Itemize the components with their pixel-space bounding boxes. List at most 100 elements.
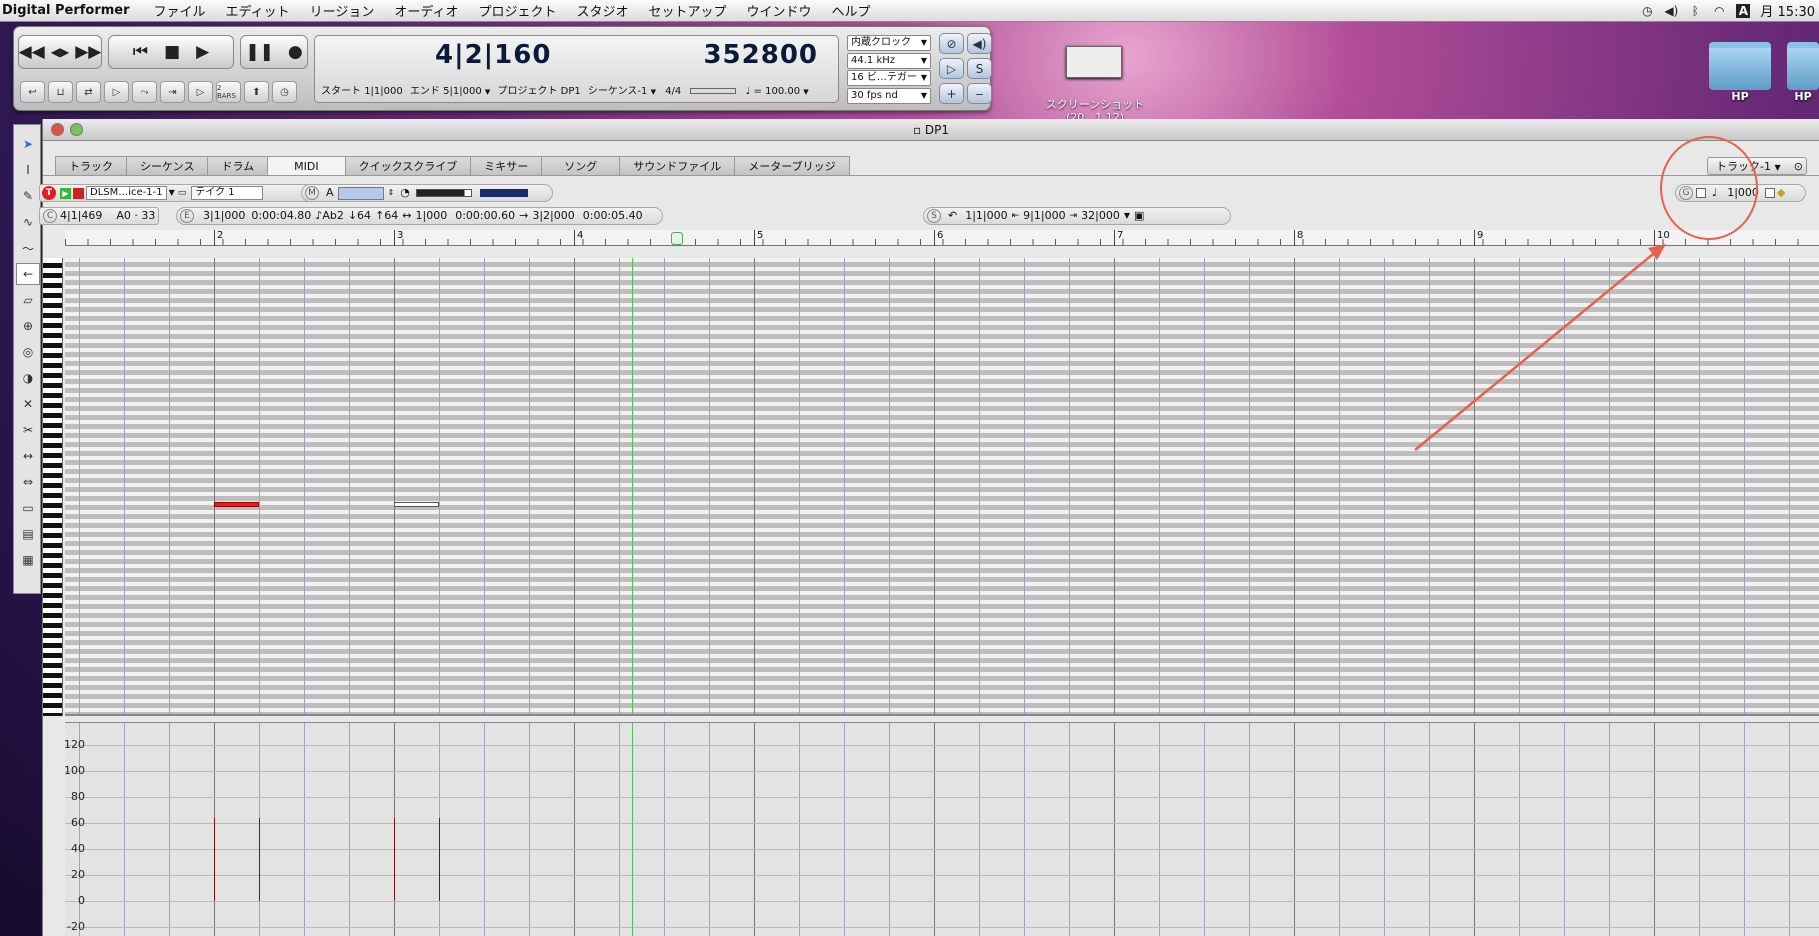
menu-project[interactable]: プロジェクト (468, 1, 566, 20)
frame-rate-select[interactable]: 30 fps nd (847, 88, 931, 104)
small-btn-2[interactable]: ⊔ (48, 81, 73, 103)
set-start-icon[interactable]: ⇤ (1012, 208, 1020, 224)
time-machine-icon[interactable]: ◷ (1640, 4, 1654, 18)
chevron-down-icon[interactable]: ▼ (1124, 208, 1130, 224)
trim-tool-icon[interactable]: ⇔ (16, 471, 40, 493)
playhead-marker[interactable] (671, 232, 683, 245)
selection-length[interactable]: 32|000 (1081, 208, 1120, 224)
menu-file[interactable]: ファイル (144, 1, 216, 20)
reshape-tool-icon[interactable]: ← (16, 263, 40, 285)
bar-tool-icon[interactable]: ▭ (16, 497, 40, 519)
tempo-slider[interactable] (690, 88, 737, 94)
rewind-icon[interactable]: ◀◀ (19, 42, 45, 62)
tab-sequence[interactable]: シーケンス (126, 156, 209, 176)
window-title-bar[interactable]: ▫ DP1 (43, 119, 1819, 141)
velocity-bar[interactable] (259, 817, 260, 901)
event-vel-off[interactable]: ↑64 (375, 208, 398, 224)
eraser-tool-icon[interactable]: ▱ (16, 289, 40, 311)
clock-source-select[interactable]: 内蔵クロック (847, 35, 931, 51)
track-name-select[interactable]: DLSM…ice-1-1 (86, 186, 167, 200)
zoom-icon[interactable] (70, 123, 83, 136)
input-menu-icon[interactable]: A (1736, 3, 1751, 18)
small-btn-10[interactable]: ◷ (272, 81, 297, 103)
curve-tool-icon[interactable]: ∿ (16, 211, 40, 233)
record-icon[interactable]: ● (288, 42, 303, 62)
event-duration[interactable]: 1|000 (416, 208, 448, 224)
plus-button[interactable]: + (939, 83, 964, 104)
counter-samples[interactable]: 352800 (703, 40, 818, 70)
meter-value[interactable]: 4/4 (665, 86, 681, 97)
menubar-clock[interactable]: 月 15:30 (1760, 1, 1815, 20)
bluetooth-icon[interactable]: ᛒ (1688, 4, 1702, 18)
grid-tool-icon[interactable]: ▦ (16, 549, 40, 571)
desktop-folder-hp-2[interactable]: HP (1787, 42, 1819, 103)
menu-help[interactable]: ヘルプ (822, 1, 881, 20)
counter-bars[interactable]: 4|2|160 (435, 40, 551, 70)
ibeam-tool-icon[interactable]: I (16, 159, 40, 181)
tab-song[interactable]: ソング (541, 156, 621, 176)
project-value[interactable]: DP1 (561, 86, 581, 97)
velocity-bar[interactable] (394, 817, 395, 901)
chevron-down-icon[interactable]: ▼ (651, 88, 656, 96)
menu-studio[interactable]: スタジオ (566, 1, 638, 20)
event-start[interactable]: 3|1|000 (203, 208, 245, 224)
x-tool-icon[interactable]: ✕ (16, 393, 40, 415)
options-icon[interactable]: ⊙ (1794, 158, 1803, 175)
start-value[interactable]: 1|1|000 (364, 86, 403, 97)
tab-drum[interactable]: ドラム (207, 156, 269, 176)
speaker-button[interactable]: ◀) (967, 33, 992, 54)
play-cursor-button[interactable]: ▷ (939, 58, 964, 79)
selection-start[interactable]: 1|1|000 (965, 208, 1007, 224)
tab-midi[interactable]: MIDI (267, 156, 346, 176)
arrow-tool-icon[interactable]: ➤ (16, 133, 40, 155)
tab-soundfiles[interactable]: サウンドファイル (619, 156, 736, 176)
menu-window[interactable]: ウインドウ (737, 1, 822, 20)
mute-m-button[interactable]: M (305, 186, 319, 200)
event-duration-time[interactable]: 0:00:00.60 (455, 208, 515, 224)
small-btn-6[interactable]: ⇥ (160, 81, 185, 103)
end-value[interactable]: 5|1|000 (443, 86, 482, 97)
menu-setup[interactable]: セットアップ (639, 1, 737, 20)
play-icon[interactable]: ▶ (196, 42, 209, 62)
tab-tracks[interactable]: トラック (55, 156, 127, 176)
small-btn-7[interactable]: ▷ (188, 81, 213, 103)
play-enable-icon[interactable]: ▶ (60, 187, 71, 199)
chevron-down-icon[interactable]: ▼ (803, 88, 808, 96)
record-enable-icon[interactable] (73, 187, 84, 199)
tempo-value[interactable]: ♩ = 100.00 (746, 86, 800, 97)
menu-audio[interactable]: オーディオ (384, 1, 468, 20)
automation-select[interactable] (337, 186, 384, 200)
snap-checkbox[interactable] (1764, 188, 1775, 198)
volume-icon[interactable]: ◀) (1664, 4, 1678, 18)
selection-end[interactable]: 9|1|000 (1023, 208, 1065, 224)
knob-icon[interactable]: ◔ (400, 185, 410, 201)
piano-keyboard[interactable] (43, 258, 63, 716)
shuttle-icon[interactable]: ◀▶ (51, 45, 69, 59)
small-btn-4[interactable]: ▷ (104, 81, 129, 103)
selection-tool-icon[interactable]: ▣ (1134, 208, 1144, 224)
shield-icon[interactable]: ◆ (1777, 185, 1785, 201)
midi-note[interactable] (394, 502, 439, 507)
s-button[interactable]: S (967, 58, 992, 79)
take-select[interactable]: テイク 1 (191, 186, 264, 200)
skip-back-icon[interactable]: ⏮ (133, 42, 148, 62)
menu-edit[interactable]: エディット (216, 1, 300, 20)
scissors-tool-icon[interactable]: ✂ (16, 419, 40, 441)
velocity-bar[interactable] (214, 817, 215, 901)
track-t-badge[interactable]: T (42, 186, 56, 200)
stepper-icon[interactable]: ⇕ (388, 185, 395, 201)
undo-selection-icon[interactable]: ↶ (948, 208, 957, 224)
stop-icon[interactable]: ■ (164, 42, 180, 62)
small-btn-8[interactable]: 2 BARS (216, 81, 241, 103)
velocity-bar[interactable] (439, 817, 440, 901)
track-tool-icon[interactable]: ▤ (16, 523, 40, 545)
menu-region[interactable]: リージョン (300, 1, 385, 20)
small-btn-3[interactable]: ⇄ (76, 81, 101, 103)
pencil-tool-icon[interactable]: ✎ (16, 185, 40, 207)
small-btn-9[interactable]: ⬆ (244, 81, 269, 103)
event-end[interactable]: 3|2|000 (532, 208, 574, 224)
event-time[interactable]: 0:00:04.80 (251, 208, 311, 224)
event-note[interactable]: ♪Ab2 (315, 208, 344, 224)
midi-note-selected[interactable] (214, 502, 259, 507)
wave-tool-icon[interactable]: 〜 (16, 237, 40, 259)
